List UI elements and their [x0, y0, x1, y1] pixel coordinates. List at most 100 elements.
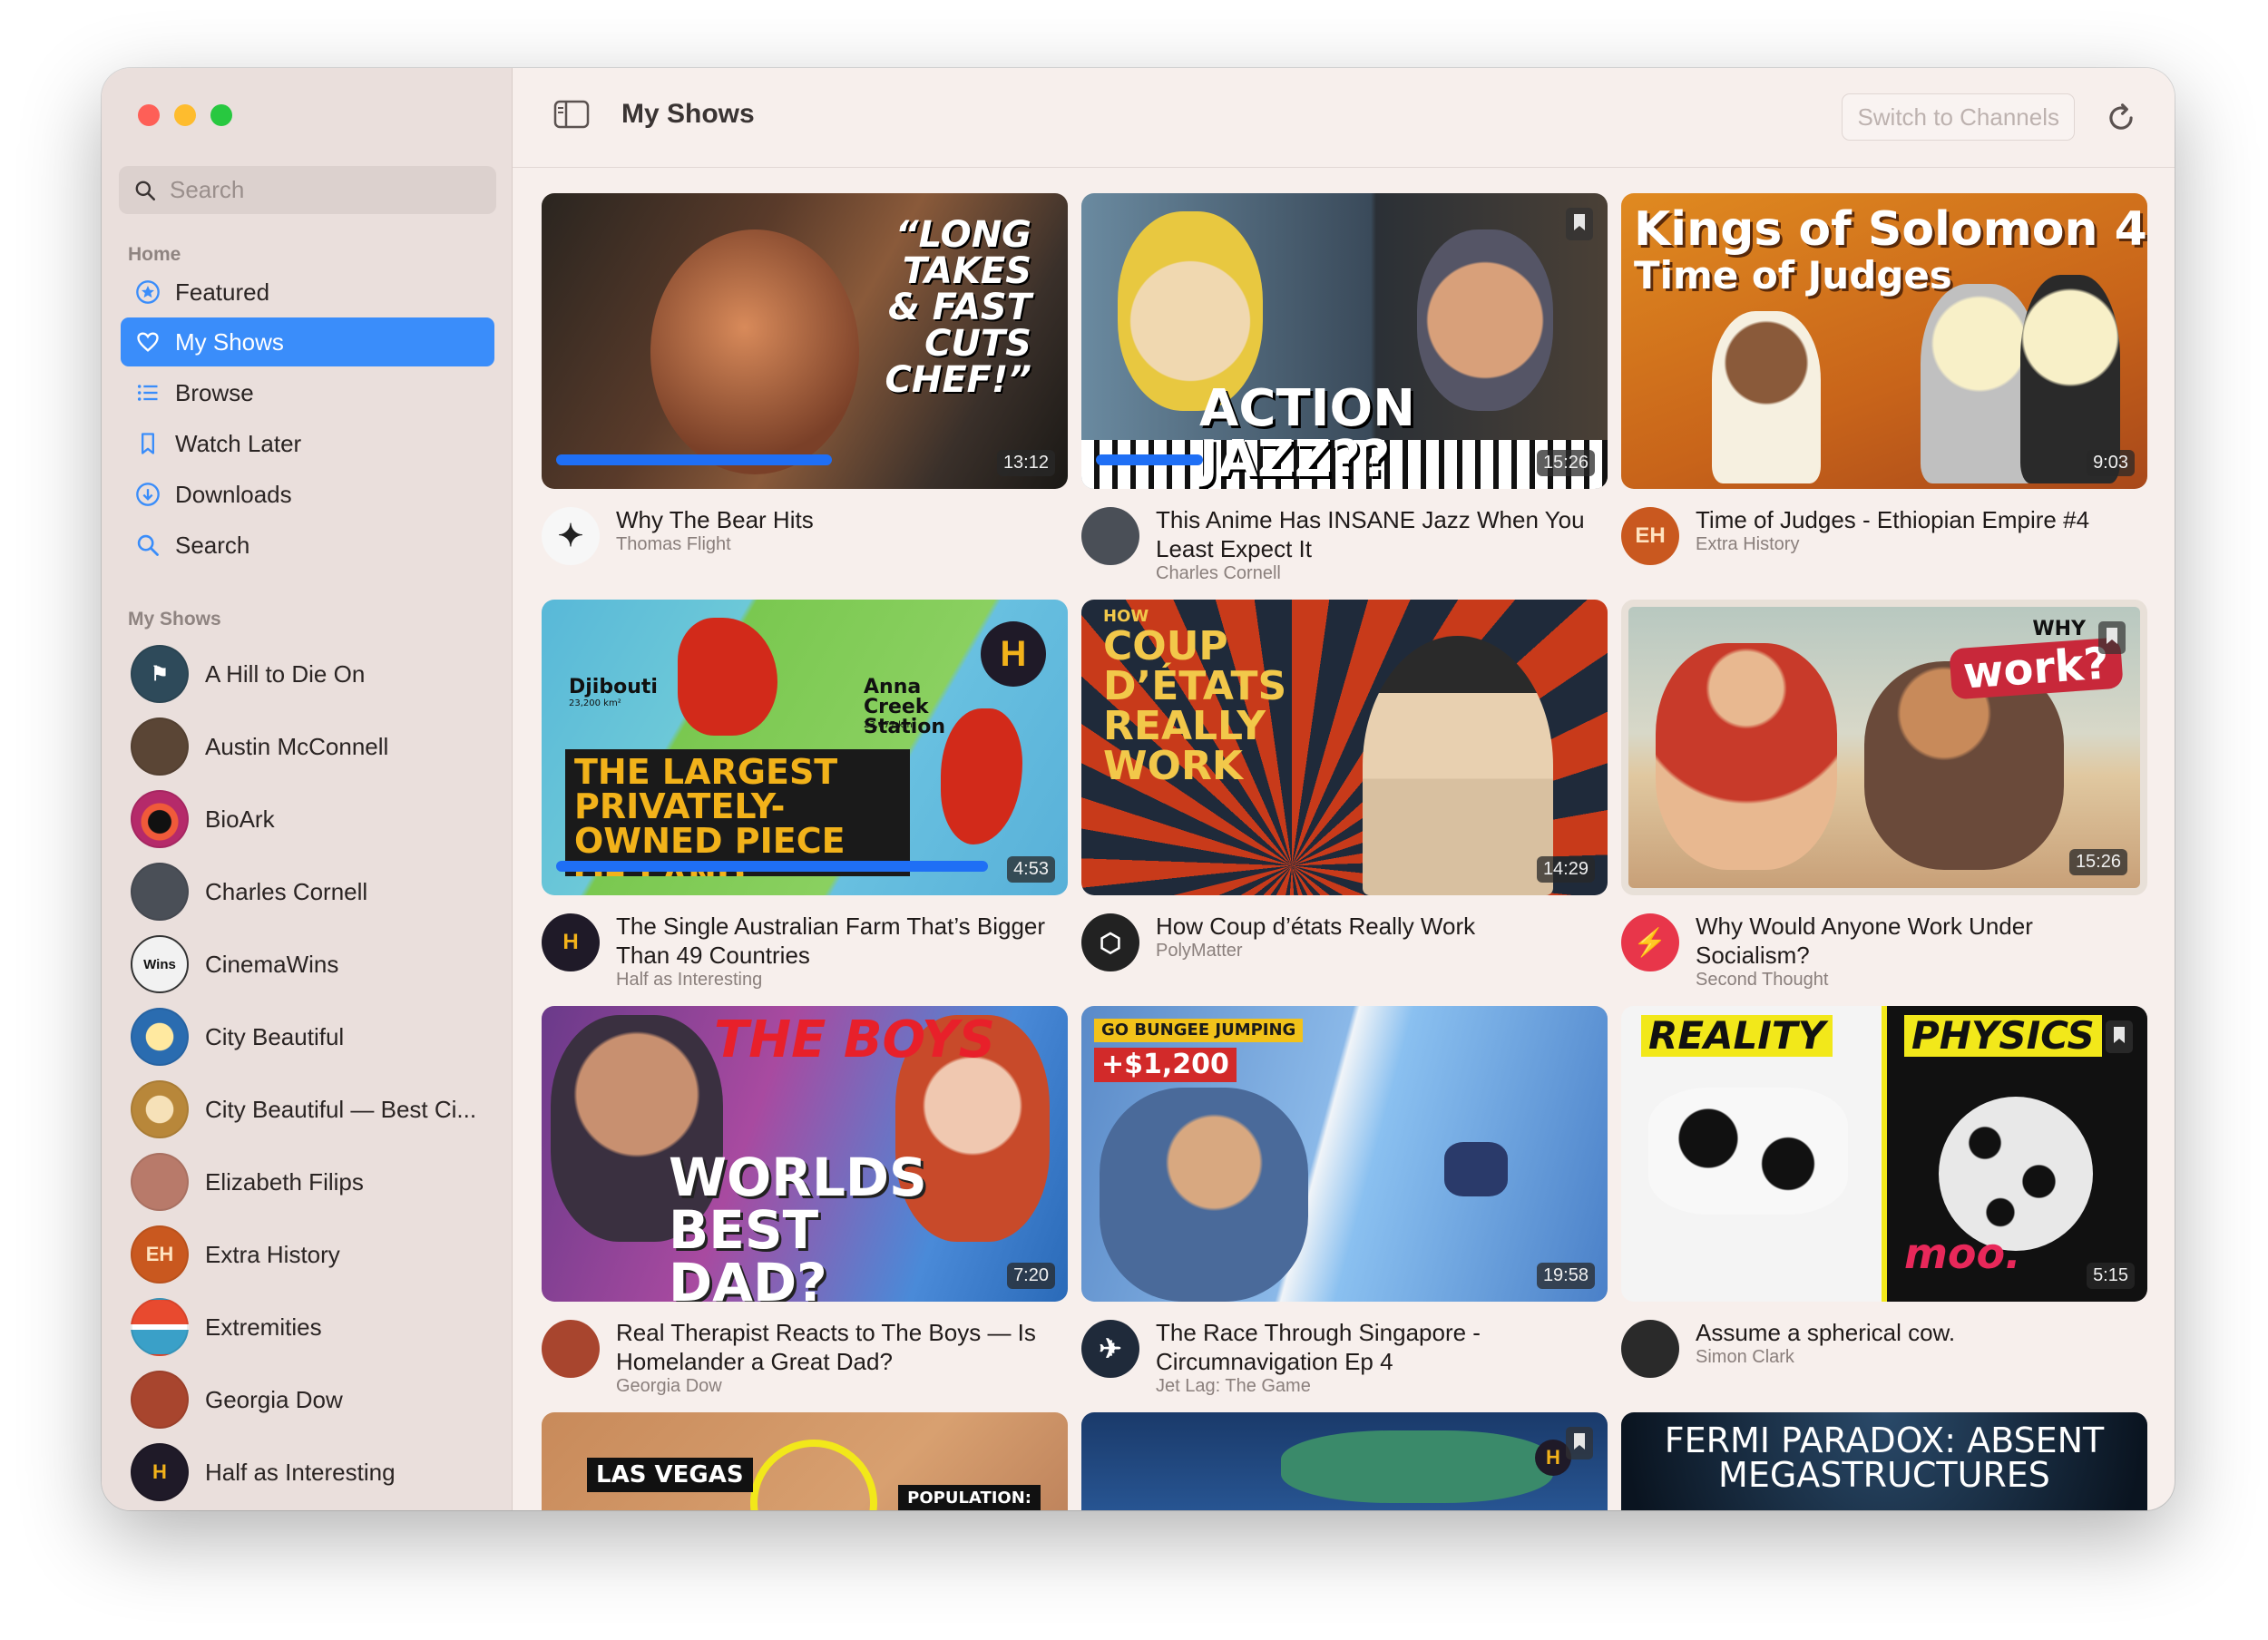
thumbnail-subcaption: Time of Judges	[1634, 253, 1952, 298]
thumbnail-small-caption: WHY	[2032, 618, 2086, 640]
show-avatar	[131, 1080, 189, 1138]
show-item-half-as-interesting[interactable]: H Half as Interesting	[131, 1442, 503, 1502]
video-thumbnail[interactable]: H	[1081, 1412, 1608, 1510]
video-card[interactable]: Djibouti 23,200 km² Anna Creek Station 2…	[542, 600, 1068, 1006]
video-duration: 7:20	[1007, 1263, 1055, 1289]
thumbnail-channel-logo: H	[981, 621, 1046, 687]
video-card[interactable]: H	[1081, 1412, 1608, 1510]
bookmark-icon[interactable]	[2098, 621, 2126, 654]
video-thumbnail[interactable]: THE BOYS WORLDS BEST DAD? 7:20	[542, 1006, 1068, 1302]
video-thumbnail[interactable]: LAS VEGAS POPULATION:	[542, 1412, 1068, 1510]
thumbnail-caption: work?	[1949, 637, 2124, 700]
sidebar-item-label: Browse	[175, 378, 254, 406]
show-avatar	[131, 790, 189, 848]
video-card[interactable]: THE BOYS WORLDS BEST DAD? 7:20 Real Ther…	[542, 1006, 1068, 1412]
video-channel: Georgia Dow	[616, 1376, 722, 1396]
thumbnail-character	[1712, 311, 1821, 483]
show-item-cinemawins[interactable]: Wins CinemaWins	[131, 934, 503, 994]
sidebar-item-watch-later[interactable]: Watch Later	[121, 419, 494, 468]
sidebar-item-label: Watch Later	[175, 429, 302, 457]
bookmark-icon[interactable]	[1566, 1427, 1593, 1459]
show-name: Austin McConnell	[205, 732, 389, 760]
show-item-a-hill-to-die-on[interactable]: ⚑ A Hill to Die On	[131, 644, 503, 704]
video-duration: 19:58	[1536, 1263, 1595, 1289]
sidebar-search-input[interactable]: Search	[119, 166, 496, 214]
video-thumbnail[interactable]: FERMI PARADOX: ABSENT MEGASTRUCTURES	[1621, 1412, 2147, 1510]
video-card[interactable]: FERMI PARADOX: ABSENT MEGASTRUCTURES	[1621, 1412, 2147, 1510]
video-title: Time of Judges - Ethiopian Empire #4	[1696, 506, 2090, 533]
watch-progress-bar	[556, 454, 832, 465]
sidebar-item-search[interactable]: Search	[121, 521, 494, 570]
bookmark-icon[interactable]	[2106, 1020, 2133, 1053]
thumbnail-figure	[1656, 643, 1837, 870]
search-placeholder: Search	[170, 176, 245, 203]
video-card[interactable]: GO BUNGEE JUMPING +$1,200 19:58 ✈ The Ra…	[1081, 1006, 1608, 1412]
thumbnail-jumper	[1444, 1142, 1508, 1196]
my-shows-heading: My Shows	[128, 609, 221, 630]
video-card[interactable]: REALITY PHYSICS moo. 5:15 Assume a spher…	[1621, 1006, 2147, 1412]
video-card[interactable]: ACTION JAZZ?? 15:26 This Anime Has INSAN…	[1081, 193, 1608, 600]
sidebar-item-featured[interactable]: Featured	[121, 268, 494, 317]
show-item-austin-mcconnell[interactable]: Austin McConnell	[131, 717, 503, 776]
show-avatar	[131, 1008, 189, 1066]
video-thumbnail[interactable]: GO BUNGEE JUMPING +$1,200 19:58	[1081, 1006, 1608, 1302]
list-icon	[137, 385, 158, 401]
show-name: A Hill to Die On	[205, 659, 366, 688]
watch-progress-bar	[556, 861, 988, 872]
video-thumbnail[interactable]: ACTION JAZZ?? 15:26	[1081, 193, 1608, 489]
star-circle-icon	[136, 280, 160, 304]
show-name: CinemaWins	[205, 950, 339, 978]
show-avatar	[131, 718, 189, 776]
video-title: Why The Bear Hits	[616, 506, 814, 533]
video-duration: 14:29	[1536, 856, 1595, 883]
video-duration: 13:12	[996, 450, 1055, 476]
video-card[interactable]: “LONG TAKES & FAST CUTS CHEF!” 13:12 ✦ W…	[542, 193, 1068, 600]
minimize-window-button[interactable]	[174, 104, 196, 126]
video-duration: 15:26	[2068, 849, 2127, 875]
show-item-extra-history[interactable]: EH Extra History	[131, 1225, 503, 1284]
channel-avatar: EH	[1621, 507, 1679, 565]
zoom-window-button[interactable]	[210, 104, 232, 126]
channel-avatar: ✦	[542, 507, 600, 565]
video-card[interactable]: Kings of Solomon 4 Time of Judges 9:03 E…	[1621, 193, 2147, 600]
sidebar-item-my-shows[interactable]: My Shows	[121, 317, 494, 366]
show-item-city-beautiful-best[interactable]: City Beautiful — Best Ci...	[131, 1079, 503, 1139]
video-thumbnail[interactable]: Kings of Solomon 4 Time of Judges 9:03	[1621, 193, 2147, 489]
video-channel: Thomas Flight	[616, 534, 731, 554]
video-thumbnail[interactable]: Djibouti 23,200 km² Anna Creek Station 2…	[542, 600, 1068, 895]
show-item-elizabeth-filips[interactable]: Elizabeth Filips	[131, 1152, 503, 1212]
show-name: City Beautiful — Best Ci...	[205, 1095, 477, 1123]
video-thumbnail[interactable]: HOW COUP D’ÉTATS REALLY WORK 14:29	[1081, 600, 1608, 895]
thumbnail-map-label: Djibouti	[569, 676, 658, 698]
video-title: This Anime Has INSANE Jazz When You Leas…	[1156, 506, 1585, 562]
watch-progress-bar	[1096, 454, 1203, 465]
show-item-city-beautiful[interactable]: City Beautiful	[131, 1007, 503, 1067]
sidebar-item-label: Search	[175, 531, 250, 559]
show-avatar: EH	[131, 1225, 189, 1284]
show-item-extremities[interactable]: Extremities	[131, 1297, 503, 1357]
show-avatar	[131, 1298, 189, 1356]
video-channel: PolyMatter	[1156, 941, 1243, 961]
video-title: Why Would Anyone Work Under Socialism?	[1696, 913, 2033, 969]
close-window-button[interactable]	[138, 104, 160, 126]
show-item-georgia-dow[interactable]: Georgia Dow	[131, 1370, 503, 1430]
sidebar-toggle-icon[interactable]	[553, 100, 590, 129]
video-duration: 15:26	[1536, 450, 1595, 476]
bookmark-icon[interactable]	[1566, 208, 1593, 240]
show-item-bioark[interactable]: BioArk	[131, 789, 503, 849]
sidebar-item-downloads[interactable]: Downloads	[121, 470, 494, 519]
video-card[interactable]: LAS VEGAS POPULATION:	[542, 1412, 1068, 1510]
switch-to-channels-button[interactable]: Switch to Channels	[1842, 93, 2075, 141]
video-card[interactable]: HOW COUP D’ÉTATS REALLY WORK 14:29 ⬡ How…	[1081, 600, 1608, 1006]
video-thumbnail[interactable]: WHY work? 15:26	[1621, 600, 2147, 895]
video-duration: 5:15	[2087, 1263, 2135, 1289]
video-card[interactable]: WHY work? 15:26 ⚡ Why Would Anyone Work …	[1621, 600, 2147, 1006]
show-item-charles-cornell[interactable]: Charles Cornell	[131, 862, 503, 922]
video-thumbnail[interactable]: “LONG TAKES & FAST CUTS CHEF!” 13:12	[542, 193, 1068, 489]
video-duration: 4:53	[1007, 856, 1055, 883]
sidebar-item-browse[interactable]: Browse	[121, 368, 494, 417]
refresh-icon[interactable]	[2104, 101, 2138, 135]
home-heading: Home	[128, 244, 181, 265]
video-thumbnail[interactable]: REALITY PHYSICS moo. 5:15	[1621, 1006, 2147, 1302]
channel-avatar	[1081, 507, 1139, 565]
